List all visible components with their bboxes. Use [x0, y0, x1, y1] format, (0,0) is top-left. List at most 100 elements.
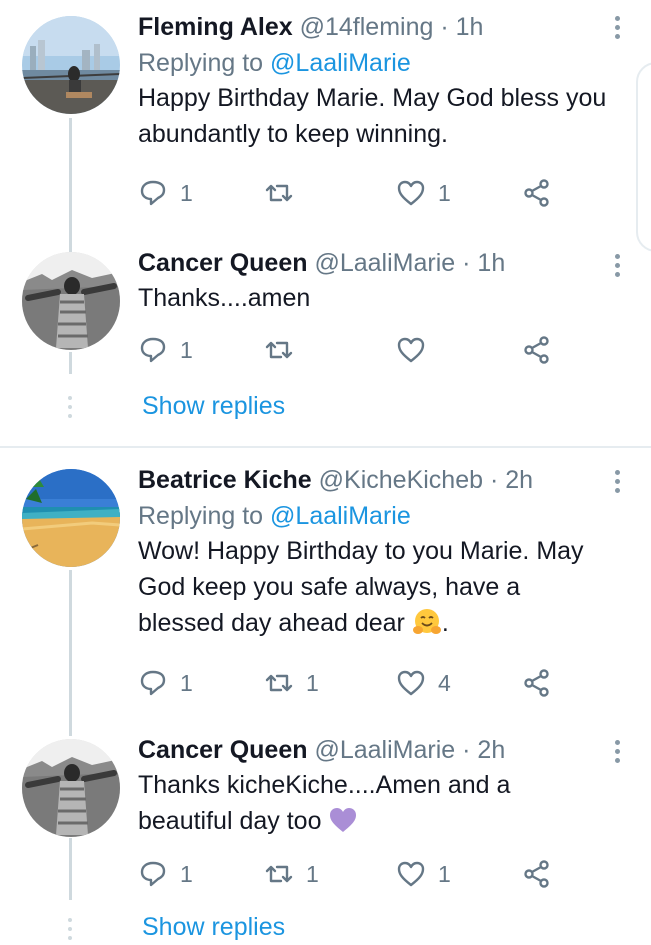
like-count: 1 — [438, 860, 451, 887]
reply-count: 1 — [180, 860, 193, 887]
hugging-face-emoji — [412, 609, 441, 634]
more-options-icon[interactable] — [615, 470, 621, 497]
share-button[interactable] — [522, 176, 552, 210]
tweet-text-line: beautiful day too — [138, 803, 611, 839]
more-options-icon[interactable] — [615, 740, 621, 767]
timestamp[interactable]: · 1h — [462, 249, 505, 277]
like-button[interactable]: 4 — [396, 666, 451, 700]
bw-woman-arms-outstretched-photo — [22, 252, 120, 350]
reply-icon — [140, 861, 166, 887]
tweet-header: Beatrice Kiche @KicheKicheb · 2h — [138, 465, 611, 495]
heart-icon — [397, 337, 425, 363]
thread-dots — [68, 918, 73, 945]
display-name[interactable]: Cancer Queen — [138, 249, 308, 277]
thread-line — [69, 244, 72, 252]
user-handle[interactable]: @LaaliMarie — [314, 249, 455, 277]
retweet-button[interactable] — [264, 333, 306, 367]
display-name[interactable]: Cancer Queen — [138, 736, 308, 764]
retweet-icon — [265, 865, 293, 883]
replying-to-label: Replying to — [138, 502, 271, 530]
reply-icon — [140, 180, 166, 206]
user-handle[interactable]: @LaaliMarie — [314, 736, 455, 764]
show-replies-link[interactable]: Show replies — [142, 913, 285, 942]
share-icon — [524, 336, 549, 364]
timestamp[interactable]: · 2h — [462, 736, 505, 764]
thread-line — [69, 352, 72, 374]
user-handle[interactable]: @14fleming — [300, 13, 434, 41]
thread-line — [69, 838, 72, 900]
more-options-icon[interactable] — [615, 254, 621, 281]
replying-to-label: Replying to — [138, 49, 271, 77]
heart-icon — [397, 180, 425, 206]
tweet-header: Cancer Queen @LaaliMarie · 1h — [138, 248, 611, 278]
reply-button[interactable]: 1 — [138, 666, 193, 700]
reply-icon — [140, 670, 166, 696]
tweet-text-line: God keep you safe always, have a — [138, 573, 521, 601]
tweet-text: Happy Birthday Marie. May God bless you … — [138, 84, 607, 148]
reply-button[interactable]: 1 — [138, 857, 193, 891]
reply-button[interactable]: 1 — [138, 176, 193, 210]
like-button[interactable]: 1 — [396, 176, 451, 210]
share-button[interactable] — [522, 666, 552, 700]
like-count: 4 — [438, 669, 451, 696]
retweet-count: 1 — [306, 669, 319, 696]
tweet-text-line: blessed day ahead dear . — [138, 605, 611, 641]
beach-photo — [22, 469, 120, 567]
retweet-button[interactable]: 1 — [264, 666, 319, 700]
user-handle[interactable]: @KicheKicheb — [319, 466, 483, 494]
retweet-button[interactable]: 1 — [264, 857, 319, 891]
avatar[interactable] — [22, 252, 120, 350]
display-name[interactable]: Beatrice Kiche — [138, 466, 312, 494]
avatar[interactable] — [22, 16, 120, 114]
share-icon — [524, 669, 549, 697]
thread-line — [69, 570, 72, 736]
tweet-text-line: Thanks kicheKiche....Amen and a — [138, 771, 511, 799]
thread-line — [69, 118, 72, 244]
timestamp[interactable]: · 1h — [440, 13, 483, 41]
share-button[interactable] — [522, 333, 552, 367]
heart-icon — [397, 670, 425, 696]
replying-to: Replying to @LaaliMarie — [138, 501, 611, 531]
retweet-count: 1 — [306, 860, 319, 887]
city-waterfront-photo — [22, 16, 120, 114]
tweet-text-line: Wow! Happy Birthday to you Marie. May — [138, 537, 584, 565]
retweet-button[interactable] — [264, 176, 306, 210]
tweet-text: Thanks kicheKiche....Amen and a beautifu… — [138, 767, 611, 839]
timestamp[interactable]: · 2h — [490, 466, 533, 494]
bw-woman-arms-outstretched-photo — [22, 739, 120, 837]
replying-to: Replying to @LaaliMarie — [138, 48, 611, 78]
retweet-icon — [265, 674, 293, 692]
retweet-icon — [265, 341, 293, 359]
divider — [0, 446, 651, 448]
heart-icon — [397, 861, 425, 887]
like-button[interactable]: 1 — [396, 857, 451, 891]
display-name[interactable]: Fleming Alex — [138, 13, 293, 41]
share-button[interactable] — [522, 857, 552, 891]
tweet-text-segment: beautiful day too — [138, 807, 322, 835]
retweet-icon — [265, 184, 293, 202]
tweet-text: Wow! Happy Birthday to you Marie. May Go… — [138, 533, 611, 641]
reply-count: 1 — [180, 336, 193, 363]
show-replies-link[interactable]: Show replies — [142, 392, 285, 421]
share-icon — [524, 179, 549, 207]
purple-heart-emoji — [330, 808, 357, 832]
tweet-header: Cancer Queen @LaaliMarie · 2h — [138, 735, 611, 765]
like-button[interactable] — [396, 333, 438, 367]
like-count: 1 — [438, 179, 451, 206]
tweet-header: Fleming Alex @14fleming · 1h — [138, 12, 611, 42]
mention-link[interactable]: @LaaliMarie — [270, 502, 411, 530]
mention-link[interactable]: @LaaliMarie — [270, 49, 411, 77]
thread-dots — [68, 396, 73, 423]
tweet-text: Thanks....amen — [138, 284, 311, 312]
tweet-text-segment: blessed day ahead dear — [138, 609, 405, 637]
reply-icon — [140, 337, 166, 363]
share-icon — [524, 860, 549, 888]
side-scroll-handle[interactable] — [636, 62, 651, 252]
more-options-icon[interactable] — [615, 16, 621, 43]
avatar[interactable] — [22, 739, 120, 837]
reply-button[interactable]: 1 — [138, 333, 193, 367]
reply-count: 1 — [180, 179, 193, 206]
reply-count: 1 — [180, 669, 193, 696]
tweet-text-segment: . — [441, 609, 449, 637]
avatar[interactable] — [22, 469, 120, 567]
